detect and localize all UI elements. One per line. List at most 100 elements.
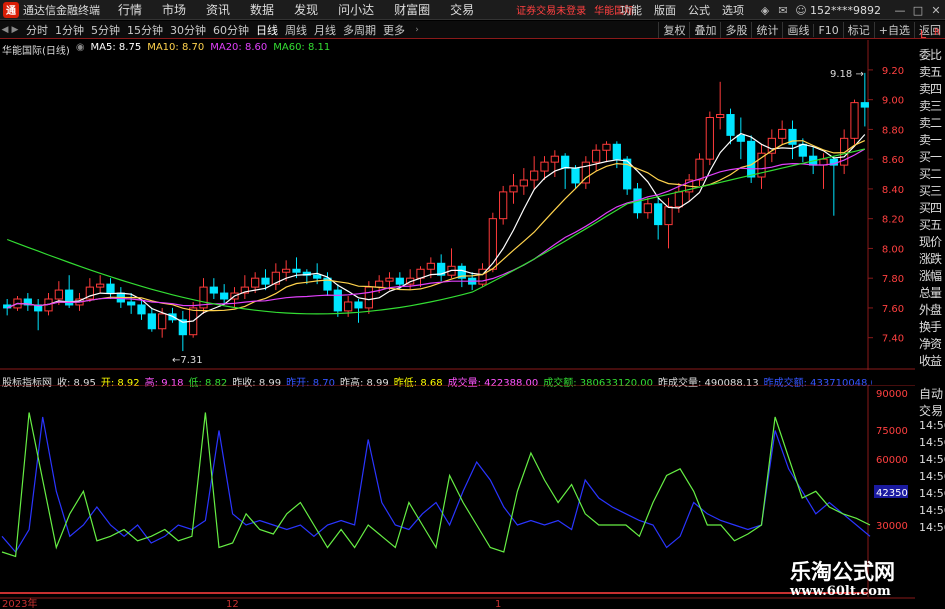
menu-item-ask[interactable]: 问小达 [338,1,374,18]
tool-adjust[interactable]: 复权 [658,22,689,38]
ma60-line [6,148,865,315]
menu-formula[interactable]: 公式 [688,2,710,18]
candle-body [54,289,63,300]
menu-item-data[interactable]: 数据 [250,1,274,18]
indicator-side-label[interactable]: 交易 [919,402,943,419]
tool-add-watchlist[interactable]: +自选 [873,22,914,38]
menu-item-discover[interactable]: 发现 [294,1,318,18]
app-title: 通达信金融终端 [23,3,100,17]
quote-label: 涨幅 [919,269,942,283]
candle-body [695,158,704,181]
menu-function[interactable]: 功能 [620,2,642,18]
candle-body [158,313,167,330]
period-15min[interactable]: 15分钟 [127,22,163,38]
menu-item-wealth[interactable]: 财富圈 [394,1,430,18]
price-label: 8.80 [882,125,904,136]
date-axis: 2023年 12 1 [0,597,915,609]
ma10-value: MA10: 8.70 [147,42,205,53]
menu-layout[interactable]: 版面 [654,2,676,18]
menu-item-market[interactable]: 行情 [118,1,142,18]
menu-item-markets[interactable]: 市场 [162,1,186,18]
skin-icon[interactable]: ◈ [756,4,774,17]
quote-label: 总量 [919,286,942,300]
menu-item-news[interactable]: 资讯 [206,1,230,18]
tool-stats[interactable]: 统计 [751,22,782,38]
panel-l-label[interactable]: L [920,28,926,41]
price-label: 8.20 [882,215,904,226]
period-weekly[interactable]: 周线 [285,22,307,38]
indicator-side-label: 14:56 [919,504,945,517]
price-label: 7.60 [882,304,904,315]
candle-body [530,170,539,181]
maximize-icon[interactable]: □ [909,4,927,17]
tool-mark[interactable]: 标记 [842,22,874,38]
period-more[interactable]: 更多 [383,22,405,38]
period-tick[interactable]: 分时 [26,22,48,38]
period-60min[interactable]: 60分钟 [213,22,249,38]
indicator-side-label: 14:56 [919,419,945,432]
price-label: 9.00 [882,96,904,107]
indicator-side-label: 14:56 [919,436,945,449]
indicator-side-label: 14:56 [919,470,945,483]
tool-back[interactable]: 返回 [914,22,945,38]
quote-label: 买一 [919,150,942,164]
tool-multi-stock[interactable]: 多股 [720,22,751,38]
candle-body [499,191,508,220]
quote-label: 净资 [919,337,942,351]
nav-right-icon[interactable]: ▶ [10,25,20,35]
candle-body [395,277,404,285]
candle-body [705,117,714,160]
candle-body [364,286,373,309]
indicator-axis-label: 75000 [876,426,908,437]
ma20-value: MA20: 8.60 [210,42,268,53]
quote-label: 卖二 [919,116,942,130]
menu-bar: 通 通达信金融终端 行情 市场 资讯 数据 发现 问小达 财富圈 交易 证券交易… [0,0,945,20]
period-30min[interactable]: 30分钟 [170,22,206,38]
ma5-line [6,132,866,323]
period-multi[interactable]: 多周期 [343,22,376,38]
indicator-green-line [1,412,871,558]
candle-body [385,277,394,282]
candle-body [313,274,322,279]
tool-draw[interactable]: 画线 [782,22,813,38]
panel-r-label[interactable]: R [934,28,940,38]
ma-settings-icon[interactable]: ◉ [76,42,85,57]
candle-body [747,140,756,178]
candle-body [550,155,559,163]
candle-body [798,143,807,157]
candle-body [664,206,673,226]
candle-body [282,268,291,273]
menu-item-trade[interactable]: 交易 [450,1,474,18]
minimize-icon[interactable]: — [891,4,909,17]
indicator-side-label: 14:56 [919,487,945,500]
quote-label: 换手 [919,320,942,334]
price-label: 7.40 [882,334,904,345]
candle-body [333,289,342,312]
menu-options[interactable]: 选项 [722,2,744,18]
period-daily[interactable]: 日线 [256,22,278,38]
tool-overlay[interactable]: 叠加 [689,22,720,38]
login-status[interactable]: 证券交易未登录 [516,2,586,17]
close-icon[interactable]: ✕ [927,4,945,17]
quote-label: 买三 [919,184,942,198]
quote-label: 委比 [919,48,942,62]
quote-label: 卖五 [919,65,942,79]
ma-legend: 华能国际(日线) ◉ MA5: 8.75 MA10: 8.70 MA20: 8.… [2,42,330,57]
tool-f10[interactable]: F10 [813,23,842,37]
account-phone[interactable]: 152****9892 [810,4,881,17]
candle-body [261,277,270,285]
candle-body [96,283,105,288]
indicator-side-label[interactable]: 自动 [919,385,943,402]
period-monthly[interactable]: 月线 [314,22,336,38]
mail-icon[interactable]: ✉ [774,4,792,17]
candle-body [643,203,652,214]
user-icon[interactable]: ☺ [792,4,810,17]
candle-body [488,218,497,270]
candle-body [137,304,146,315]
period-1min[interactable]: 1分钟 [55,22,84,38]
candle-body [251,277,260,288]
nav-left-icon[interactable]: ◀ [0,25,10,35]
candlestick-chart[interactable]: 9.20 9.00 8.80 8.60 8.40 8.20 8.00 7.80 7.60 7.40… [0,40,915,370]
period-5min[interactable]: 5分钟 [91,22,120,38]
more-chevron-icon[interactable]: › [412,25,422,35]
